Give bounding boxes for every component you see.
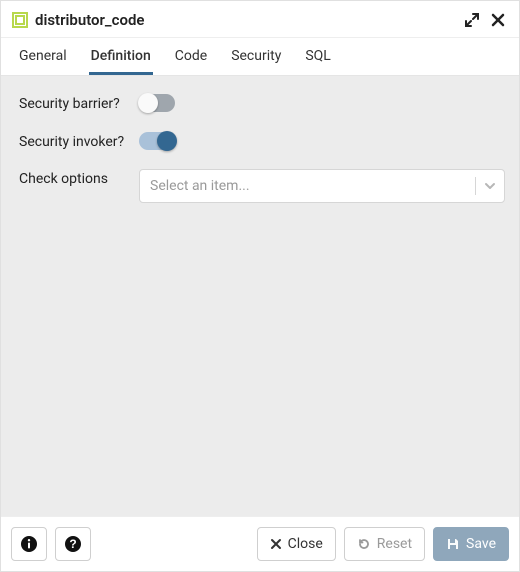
reset-button[interactable]: Reset xyxy=(344,527,425,561)
row-check-options: Check options Select an item... xyxy=(19,169,505,203)
dialog-footer: ? Close Reset Save xyxy=(1,516,519,571)
save-button[interactable]: Save xyxy=(433,527,509,561)
tab-definition[interactable]: Definition xyxy=(89,38,153,75)
chevron-down-icon xyxy=(484,180,496,192)
toggle-security-invoker[interactable] xyxy=(139,132,175,150)
definition-panel: Security barrier? Security invoker? Chec… xyxy=(1,76,519,516)
tab-sql[interactable]: SQL xyxy=(303,38,332,75)
select-divider xyxy=(475,177,476,195)
svg-text:?: ? xyxy=(69,537,76,551)
label-check-options: Check options xyxy=(19,169,139,189)
reset-icon xyxy=(357,537,371,551)
tab-code[interactable]: Code xyxy=(173,38,209,75)
help-button[interactable]: ? xyxy=(55,527,91,561)
close-icon xyxy=(270,538,282,550)
tab-general[interactable]: General xyxy=(17,38,69,75)
close-window-button[interactable] xyxy=(487,9,509,31)
select-check-options[interactable]: Select an item... xyxy=(139,169,505,203)
close-button[interactable]: Close xyxy=(257,527,336,561)
row-security-invoker: Security invoker? xyxy=(19,132,505,152)
info-button[interactable] xyxy=(11,527,47,561)
expand-button[interactable] xyxy=(461,9,483,31)
dialog-header: distributor_code xyxy=(1,1,519,38)
row-security-barrier: Security barrier? xyxy=(19,94,505,114)
label-security-barrier: Security barrier? xyxy=(19,94,139,114)
save-icon xyxy=(446,537,460,551)
save-label: Save xyxy=(466,536,496,552)
tab-bar: General Definition Code Security SQL xyxy=(1,38,519,76)
select-placeholder: Select an item... xyxy=(150,178,467,194)
close-label: Close xyxy=(288,536,323,552)
view-icon xyxy=(11,11,29,29)
tab-security[interactable]: Security xyxy=(229,38,283,75)
toggle-security-barrier[interactable] xyxy=(139,94,175,112)
label-security-invoker: Security invoker? xyxy=(19,132,139,152)
reset-label: Reset xyxy=(377,536,412,552)
dialog-title: distributor_code xyxy=(35,11,457,29)
